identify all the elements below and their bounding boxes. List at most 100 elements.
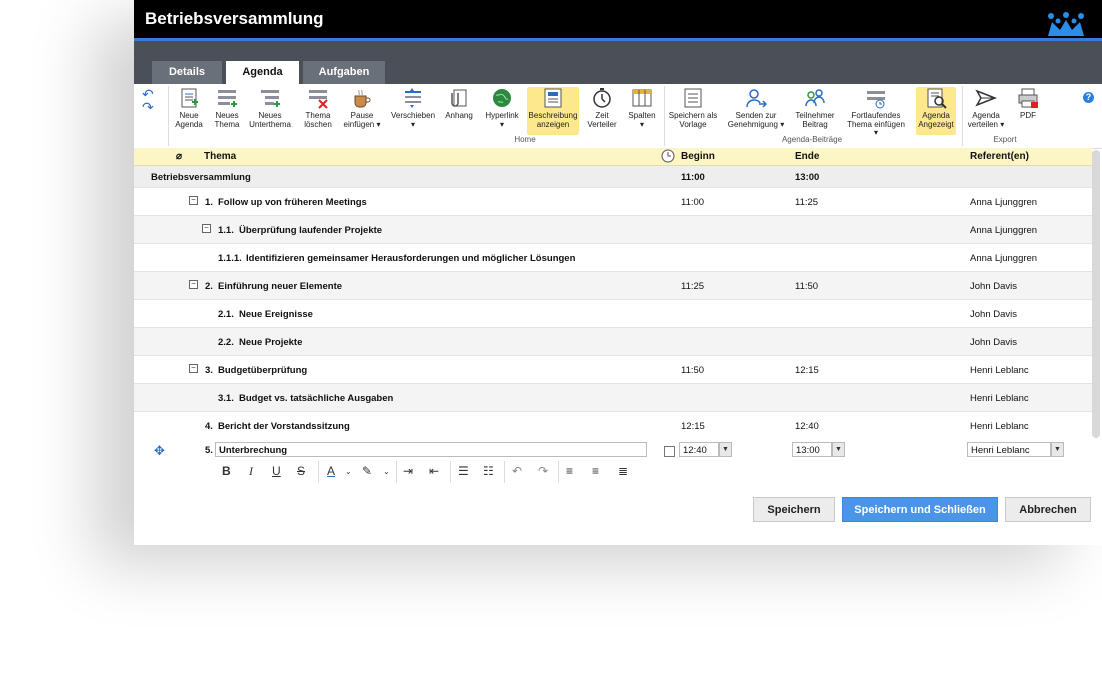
highlight-icon[interactable]: ✎ (362, 464, 372, 478)
collapse-icon[interactable]: − (189, 364, 198, 373)
table-row[interactable]: 1.1.1. Identifizieren gemeinsamer Heraus… (134, 244, 1092, 272)
pdf-button[interactable]: PDF (1012, 87, 1044, 121)
new-agenda-button[interactable]: Neue Agenda (171, 87, 207, 129)
template-icon (684, 88, 702, 108)
participant-contribution-button[interactable]: Teilnehmer Beitrag (792, 87, 838, 129)
attachment-button[interactable]: Anhang (442, 87, 476, 121)
attachment-icon (451, 89, 467, 107)
row-referent: John Davis (970, 309, 1017, 320)
row-num: 2. (205, 281, 213, 292)
distribute-agenda-button[interactable]: Agenda verteilen ▾ (966, 87, 1006, 129)
row-referent: John Davis (970, 281, 1017, 292)
row-num: 2.1. (218, 309, 234, 320)
send-icon (975, 89, 997, 107)
chevron-down-icon[interactable]: ⌄ (345, 467, 352, 476)
checkbox[interactable] (664, 446, 675, 457)
group-home: Home (514, 135, 536, 144)
header-referent[interactable]: Referent(en) (970, 151, 1029, 162)
table-row[interactable]: − 3. Budgetüberprüfung 11:50 12:15 Henri… (134, 356, 1092, 384)
collapse-icon[interactable]: − (189, 280, 198, 289)
font-color-icon[interactable]: A (327, 464, 335, 478)
indent-icon[interactable]: ⇥ (403, 464, 413, 478)
beginn-input[interactable]: 12:40 (679, 442, 719, 457)
new-subtopic-button[interactable]: Neues Unterthema (248, 87, 292, 129)
insert-pause-button[interactable]: Pause einfügen ▾ (342, 87, 382, 129)
tab-details[interactable]: Details (152, 61, 222, 84)
delete-topic-button[interactable]: Thema löschen (298, 87, 338, 129)
table-row[interactable]: 2.2. Neue Projekte John Davis (134, 328, 1092, 356)
table-row[interactable]: 2.1. Neue Ereignisse John Davis (134, 300, 1092, 328)
underline-icon[interactable]: U (272, 464, 281, 478)
row-title: Überprüfung laufender Projekte (239, 225, 383, 236)
outdent-icon[interactable]: ⇤ (429, 464, 439, 478)
edit-row-num: 5. (205, 445, 213, 456)
undo-icon[interactable]: ↶ (512, 464, 522, 478)
align-left-icon[interactable]: ≡ (566, 464, 573, 478)
time-settings-icon[interactable] (661, 149, 675, 166)
row-num: 1.1. (218, 225, 234, 236)
drag-handle-icon[interactable]: ✥ (154, 443, 165, 459)
topic-title-input[interactable]: Unterbrechung (215, 442, 647, 457)
redo-icon[interactable]: ↷ (142, 100, 154, 114)
help-icon[interactable]: ? (1083, 92, 1094, 103)
insert-continuous-topic-button[interactable]: Fortlaufendes Thema einfügen ▾ (844, 87, 908, 138)
agenda-shown-button[interactable]: Agenda Angezeigt (916, 87, 956, 135)
group-agenda-items: Agenda-Beiträge (781, 135, 843, 144)
align-justify-icon[interactable]: ≣ (618, 464, 628, 478)
send-for-approval-button[interactable]: Senden zur Genehmigung ▾ (726, 87, 786, 129)
vertical-scrollbar[interactable] (1092, 150, 1100, 438)
table-row[interactable]: − 1. Follow up von früheren Meetings 11:… (134, 188, 1092, 216)
ende-dropdown-icon[interactable]: ▼ (832, 442, 845, 457)
row-num: 1.1.1. (218, 253, 242, 264)
move-button[interactable]: Verschieben ▾ (390, 87, 436, 129)
toolbar-separator (504, 461, 505, 483)
referent-select[interactable]: Henri Leblanc (967, 442, 1051, 457)
tab-aufgaben[interactable]: Aufgaben (303, 61, 385, 84)
toolbar-separator (396, 461, 397, 483)
user-arrow-icon (746, 89, 767, 108)
collapse-icon[interactable]: − (202, 224, 211, 233)
coffee-cup-icon (354, 89, 371, 108)
row-ende: 12:40 (795, 421, 819, 432)
cancel-button[interactable]: Abbrechen (1005, 497, 1091, 522)
globe-icon (493, 89, 511, 107)
columns-button[interactable]: Spalten ▾ (626, 87, 658, 129)
bold-icon[interactable]: B (222, 464, 231, 478)
beginn-dropdown-icon[interactable]: ▼ (719, 442, 732, 457)
show-description-button[interactable]: Beschreibung anzeigen (527, 87, 579, 135)
row-num: 3.1. (218, 393, 234, 404)
chevron-down-icon[interactable]: ⌄ (383, 467, 390, 476)
save-as-template-button[interactable]: Speichern als Vorlage (668, 87, 718, 129)
numbered-list-icon[interactable]: ☷ (483, 464, 494, 478)
root-row[interactable]: Betriebsversammlung 11:00 13:00 (134, 166, 1092, 188)
table-row[interactable]: 3.1. Budget vs. tatsächliche Ausgaben He… (134, 384, 1092, 412)
save-button[interactable]: Speichern (753, 497, 835, 522)
collapse-icon[interactable]: − (189, 196, 198, 205)
header-thema[interactable]: Thema (204, 151, 236, 162)
toolbar-separator (450, 461, 451, 483)
bullet-list-icon[interactable]: ☰ (458, 464, 469, 478)
table-row[interactable]: − 1.1. Überprüfung laufender Projekte An… (134, 216, 1092, 244)
ende-input[interactable]: 13:00 (792, 442, 832, 457)
row-title: Einführung neuer Elemente (218, 281, 343, 292)
referent-dropdown-icon[interactable]: ▼ (1051, 442, 1064, 457)
align-center-icon[interactable]: ≡ (592, 464, 599, 478)
hyperlink-button[interactable]: Hyperlink ▾ (482, 87, 522, 129)
tab-agenda[interactable]: Agenda (226, 61, 299, 84)
table-row[interactable]: − 2. Einführung neuer Elemente 11:25 11:… (134, 272, 1092, 300)
row-title: Follow up von früheren Meetings (218, 197, 367, 208)
description-icon (544, 88, 562, 108)
row-referent: Anna Ljunggren (970, 225, 1038, 236)
strikethrough-icon[interactable]: S (297, 464, 305, 478)
new-topic-button[interactable]: Neues Thema (210, 87, 244, 129)
redo-icon[interactable]: ↷ (538, 464, 548, 478)
italic-icon[interactable]: I (249, 464, 253, 479)
row-referent: Henri Leblanc (970, 393, 1029, 404)
time-distributor-button[interactable]: Zeit Verteiler (585, 87, 619, 129)
agenda-preview-icon (927, 88, 947, 109)
agenda-grid: Betriebsversammlung 11:00 13:00 − 1. Fol… (134, 166, 1092, 440)
header-ende[interactable]: Ende (795, 151, 819, 162)
header-beginn[interactable]: Beginn (681, 151, 715, 162)
row-referent: Henri Leblanc (970, 421, 1029, 432)
save-and-close-button[interactable]: Speichern und Schließen (842, 497, 998, 522)
